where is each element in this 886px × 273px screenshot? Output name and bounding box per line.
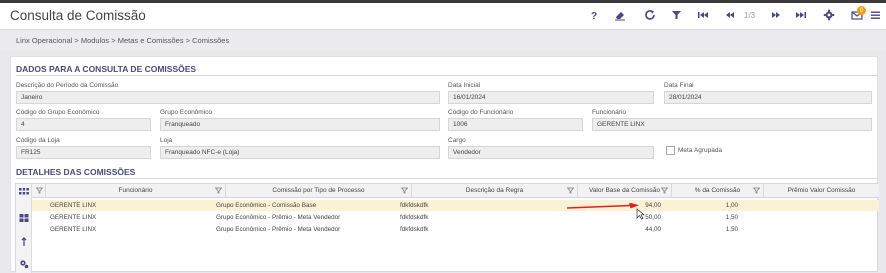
filter-icon[interactable]: [671, 9, 682, 23]
help-icon[interactable]: ?: [591, 9, 597, 23]
column-header-label: % da Comissão: [694, 187, 741, 194]
label-descricao-periodo: Descrição do Período da Comissão: [16, 82, 119, 89]
column-header-label: Funcionário: [118, 187, 153, 194]
filter-icon[interactable]: [661, 187, 668, 194]
label-grupo: Grupo Econômico: [160, 109, 213, 116]
field-cargo[interactable]: Vendedor: [448, 146, 654, 159]
commission-grid: Funcionário Comissão por Tipo de Process…: [15, 183, 879, 273]
page-title: Consulta de Comissão: [10, 8, 146, 23]
field-loja[interactable]: Franqueado NFC-e (Loja): [160, 146, 440, 159]
header-select-all[interactable]: [32, 184, 46, 198]
cell-comissao-tipo: Grupo Econômico - Comissão Base: [216, 202, 317, 209]
grid-layout-icon[interactable]: [19, 213, 29, 223]
cell-funcionario: GERENTE LINX: [50, 214, 97, 221]
field-data-inicial[interactable]: 16/01/2024: [448, 91, 654, 104]
column-header-label: Prêmio Valor Comissão: [787, 187, 856, 194]
notification-badge: 0: [857, 6, 866, 15]
last-page-icon[interactable]: [795, 9, 807, 23]
grid-columns-icon[interactable]: [19, 187, 29, 197]
label-codigo-loja: Código da Loja: [16, 137, 60, 144]
section-divider: [16, 75, 878, 76]
column-header-label: Valor Base da Comissão: [588, 187, 661, 194]
prev-page-icon[interactable]: [724, 9, 736, 23]
filter-icon[interactable]: [36, 187, 43, 194]
column-header-label: Descrição da Regra: [465, 187, 524, 194]
filter-icon[interactable]: [753, 187, 760, 194]
meta-agrupada-label: Meta Agrupada: [678, 147, 723, 154]
cell-funcionario: GERENTE LINX: [50, 226, 97, 233]
label-loja: Loja: [160, 137, 173, 144]
label-cargo: Cargo: [448, 137, 466, 144]
table-row[interactable]: GERENTE LINX Grupo Econômico - Prêmio - …: [32, 212, 879, 223]
cell-valor-base: 44,00: [645, 226, 661, 233]
column-header-funcionario[interactable]: Funcionário: [46, 184, 226, 198]
section-title-detalhes: DETALHES DAS COMISSÕES: [16, 167, 136, 177]
section-title-dados: DADOS PARA A CONSULTA DE COMISSÕES: [16, 64, 197, 74]
cell-valor-base: 50,00: [645, 214, 661, 221]
column-header-valor-base[interactable]: Valor Base da Comissão: [578, 184, 672, 198]
annotation-arrow-icon: [567, 203, 639, 209]
column-header-percentual[interactable]: % da Comissão: [672, 184, 764, 198]
field-funcionario[interactable]: GERENTE LINX: [592, 118, 872, 131]
column-header-label: Comissão por Tipo de Processo: [272, 187, 365, 194]
meta-agrupada-checkbox[interactable]: [666, 146, 675, 155]
settings-icon[interactable]: [823, 9, 835, 23]
column-header-premio[interactable]: Prêmio Valor Comissão: [764, 184, 879, 198]
filter-icon[interactable]: [215, 187, 222, 194]
label-data-inicial: Data Inicial: [448, 82, 481, 89]
label-codigo-grupo: Código do Grupo Econômico: [16, 109, 100, 116]
cell-descricao-regra: fdkfdskdfk: [400, 214, 429, 221]
cell-percentual: 1,50: [725, 214, 738, 221]
sort-icon[interactable]: [19, 237, 29, 247]
field-descricao-periodo[interactable]: Janeiro: [16, 91, 440, 104]
label-codigo-funcionario: Código do Funcionário: [448, 109, 514, 116]
filter-icon[interactable]: [567, 187, 574, 194]
table-row[interactable]: GERENTE LINX Grupo Econômico - Comissão …: [32, 200, 879, 211]
cell-descricao-regra: fdkfdskdfk: [400, 226, 429, 233]
grid-sidebar: [16, 184, 32, 273]
label-data-final: Data Final: [664, 82, 694, 89]
field-grupo[interactable]: Franqueado: [160, 118, 440, 131]
refresh-icon[interactable]: [644, 9, 656, 23]
grid-header: Funcionário Comissão por Tipo de Process…: [32, 184, 879, 198]
table-row[interactable]: GERENTE LINX Grupo Econômico - Prêmio - …: [32, 224, 879, 235]
next-page-icon[interactable]: [770, 9, 782, 23]
field-data-final[interactable]: 28/01/2024: [664, 91, 872, 104]
field-codigo-grupo[interactable]: 4: [16, 118, 151, 131]
cell-percentual: 1,50: [725, 226, 738, 233]
page-indicator: 1/3: [744, 11, 756, 20]
filter-icon[interactable]: [401, 187, 408, 194]
breadcrumb-bar: Linx Operacional > Modulos > Metas e Com…: [0, 31, 886, 51]
cell-descricao-regra: fdkfdskdfk: [400, 202, 429, 209]
menu-icon[interactable]: [870, 9, 881, 23]
cell-comissao-tipo: Grupo Econômico - Prêmio - Meta Vendedor: [216, 226, 341, 233]
grid-settings-icon[interactable]: [19, 259, 29, 269]
cell-funcionario: GERENTE LINX: [50, 202, 97, 209]
field-codigo-loja[interactable]: FR125: [16, 146, 151, 159]
eraser-icon[interactable]: [614, 9, 626, 23]
field-codigo-funcionario[interactable]: 1006: [448, 118, 583, 131]
cell-percentual: 1,00: [725, 202, 738, 209]
first-page-icon[interactable]: [697, 9, 709, 23]
breadcrumb: Linx Operacional > Modulos > Metas e Com…: [16, 36, 230, 45]
mouse-cursor-icon: [636, 208, 645, 220]
header-bar: Consulta de Comissão ? 1/3 0: [0, 3, 886, 30]
cell-comissao-tipo: Grupo Econômico - Prêmio - Meta Vendedor: [216, 214, 341, 221]
column-header-descricao-regra[interactable]: Descrição da Regra: [412, 184, 578, 198]
label-funcionario: Funcionário: [592, 109, 626, 116]
column-header-comissao-tipo[interactable]: Comissão por Tipo de Processo: [226, 184, 412, 198]
section-divider-2: [16, 178, 878, 179]
